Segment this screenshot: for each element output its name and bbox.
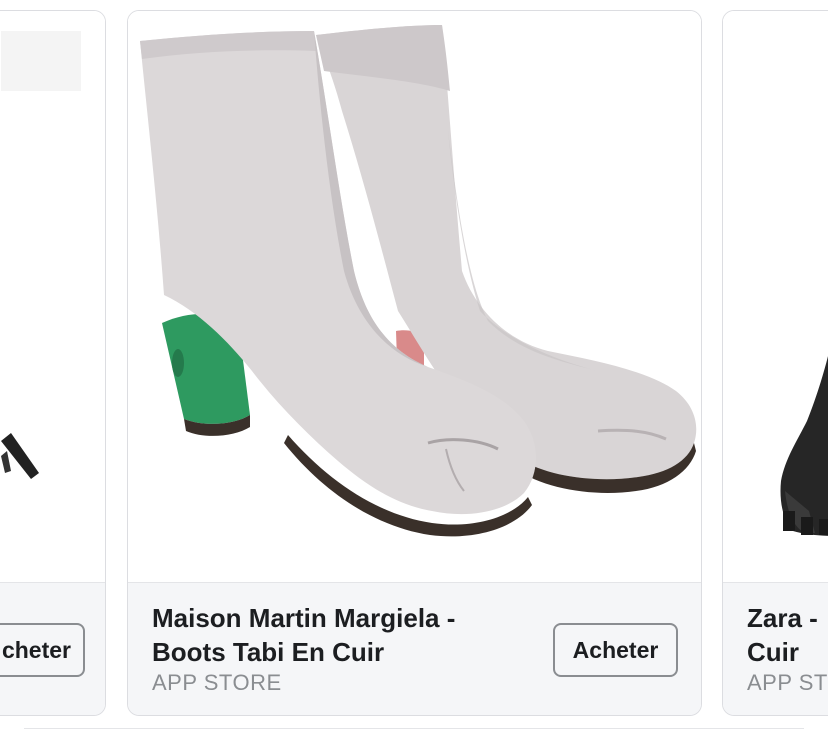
strap-shoe-image <box>0 11 105 585</box>
product-image-right[interactable] <box>723 11 828 585</box>
product-source-right: APP ST <box>747 670 828 695</box>
black-boot-image <box>723 11 828 585</box>
buy-button-left[interactable]: cheter <box>0 623 85 677</box>
product-image-center[interactable] <box>128 11 701 585</box>
product-carousel: cheter Maison Martin Margiela - Boots Ta… <box>0 0 828 734</box>
product-image-left[interactable] <box>0 11 105 585</box>
tabi-boots-image <box>128 11 701 585</box>
buy-button[interactable]: Acheter <box>553 623 678 677</box>
card-footer-right: Zara - Cuir APP ST <box>723 582 828 715</box>
card-footer-left: cheter <box>0 582 105 715</box>
product-title[interactable]: Maison Martin Margiela - Boots Tabi En C… <box>152 601 512 669</box>
product-card-left[interactable]: cheter <box>0 10 106 716</box>
product-source: APP STORE <box>152 670 282 695</box>
product-title-right[interactable]: Zara - Cuir <box>747 601 828 669</box>
product-card-center[interactable]: Maison Martin Margiela - Boots Tabi En C… <box>127 10 702 716</box>
card-footer-center: Maison Martin Margiela - Boots Tabi En C… <box>128 582 701 715</box>
product-card-right[interactable]: Zara - Cuir APP ST <box>722 10 828 716</box>
divider <box>24 728 804 729</box>
